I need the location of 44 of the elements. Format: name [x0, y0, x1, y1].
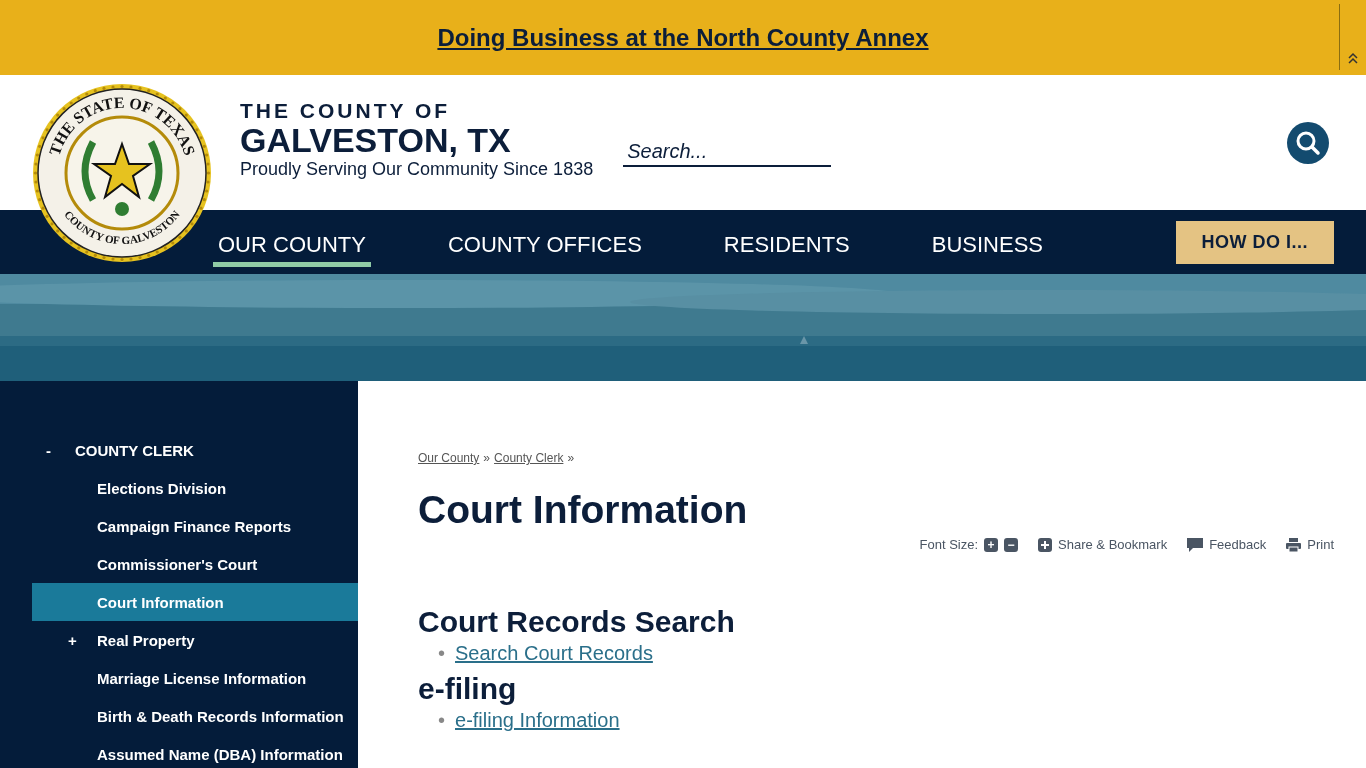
- how-do-i-button[interactable]: HOW DO I...: [1175, 220, 1334, 264]
- breadcrumb-separator: »: [483, 451, 491, 465]
- font-size-label: Font Size:: [919, 537, 979, 552]
- sidebar-item[interactable]: Marriage License Information: [32, 659, 358, 697]
- sidebar-item[interactable]: Assumed Name (DBA) Information: [32, 735, 358, 768]
- expand-toggle[interactable]: +: [68, 631, 97, 649]
- search-button[interactable]: [1287, 121, 1329, 164]
- breadcrumb-link[interactable]: County Clerk: [494, 451, 564, 465]
- font-size-button[interactable]: −: [1004, 537, 1019, 552]
- feedback-link[interactable]: Feedback: [1187, 537, 1267, 552]
- alert-banner-link[interactable]: Doing Business at the North County Annex: [437, 23, 929, 52]
- content-link[interactable]: Search Court Records: [455, 642, 653, 664]
- print-link[interactable]: Print: [1286, 537, 1334, 552]
- nav-tab[interactable]: RESIDENTS: [718, 225, 855, 267]
- content-link[interactable]: e-filing Information: [455, 709, 620, 731]
- section-heading: Court Records Search: [418, 604, 736, 640]
- site-tagline: Proudly Serving Our Community Since 1838: [240, 158, 594, 180]
- sidebar-item[interactable]: Elections Division: [32, 469, 358, 507]
- nav-tab[interactable]: OUR COUNTY: [213, 225, 371, 267]
- plus-icon: [1041, 540, 1050, 549]
- search-field[interactable]: Search...: [623, 138, 832, 167]
- sidebar-item[interactable]: + Real Property: [32, 621, 358, 659]
- page-title: Court Information: [418, 487, 749, 533]
- bullet: •: [438, 709, 445, 731]
- printer-icon: [1286, 537, 1302, 552]
- sidebar-item[interactable]: Commissioner's Court: [32, 545, 358, 583]
- sidebar-item[interactable]: Campaign Finance Reports: [32, 507, 358, 545]
- nav-tab[interactable]: BUSINESS: [926, 225, 1049, 267]
- search-icon: [1295, 129, 1321, 156]
- sidebar-item[interactable]: Birth & Death Records Information: [32, 697, 358, 735]
- nav-tab[interactable]: COUNTY OFFICES: [442, 225, 647, 267]
- collapse-toggle[interactable]: -: [46, 441, 75, 459]
- sidebar-item[interactable]: - COUNTY CLERK: [32, 431, 358, 469]
- section-heading: e-filing: [418, 671, 518, 707]
- sidebar-item[interactable]: Court Information: [32, 583, 358, 621]
- breadcrumb-link[interactable]: Our County: [418, 451, 480, 465]
- share-link[interactable]: Share & Bookmark: [1038, 537, 1168, 552]
- bullet: •: [438, 642, 445, 664]
- double-chevron-icon: [1347, 52, 1359, 64]
- site-title: GALVESTON, TX: [240, 122, 512, 158]
- site-title-line: THE COUNTY OF: [240, 100, 452, 122]
- breadcrumb-separator: »: [567, 451, 575, 465]
- speech-bubble-icon: [1187, 537, 1204, 552]
- font-size-button[interactable]: +: [984, 537, 999, 552]
